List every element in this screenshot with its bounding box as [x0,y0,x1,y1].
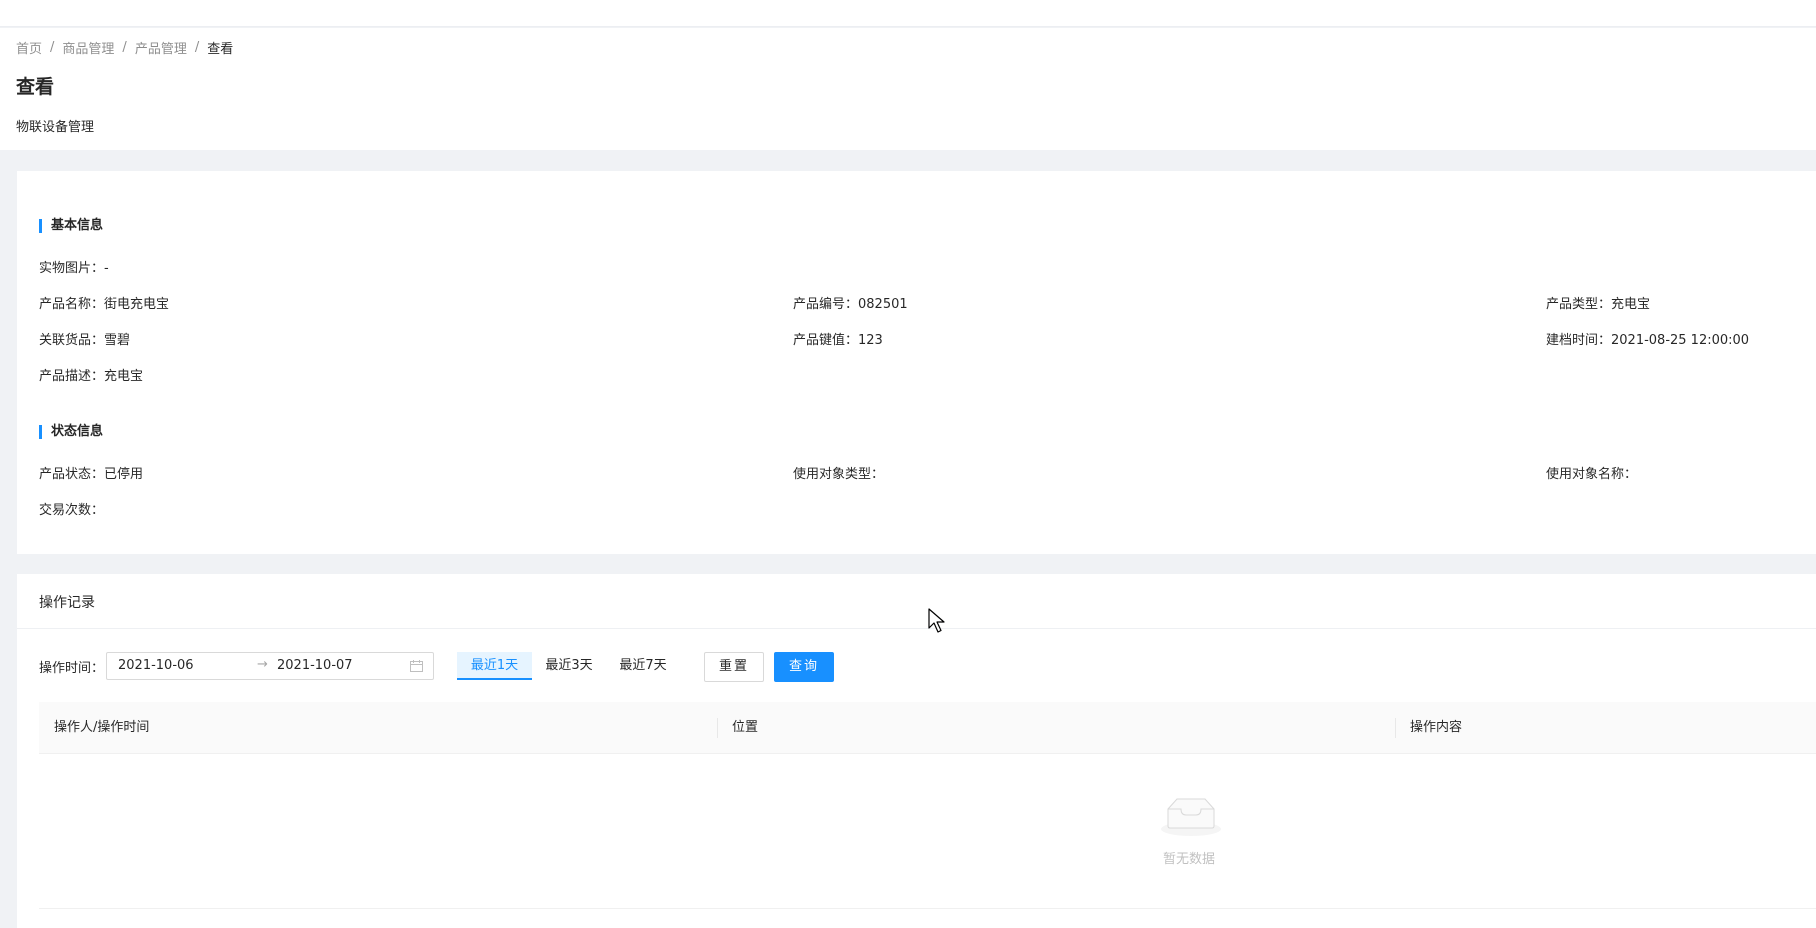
field-object-type: 使用对象类型： [793,467,885,482]
operation-log-title: 操作记录 [39,595,95,611]
table-empty-state: 暂无数据 [39,754,1816,909]
field-trade-count: 交易次数： [39,503,105,518]
breadcrumb-separator: / [122,40,127,55]
field-product-type: 产品类型：充电宝 [1546,297,1651,312]
breadcrumb-home[interactable]: 首页 [16,38,42,57]
field-description: 产品描述：充电宝 [39,369,144,384]
field-product-code: 产品编号：082501 [793,297,908,312]
basic-info-title: 基本信息 [39,219,103,233]
field-product-status: 产品状态：已停用 [39,467,144,482]
date-end-input[interactable]: 2021-10-07 [277,658,353,673]
page-header: 首页 / 商品管理 / 产品管理 / 查看 查看 物联设备管理 [0,28,1816,150]
operation-time-label: 操作时间： [39,661,105,676]
calendar-icon[interactable] [410,660,423,672]
field-photo: 实物图片：- [39,261,109,276]
status-info-title: 状态信息 [39,425,103,439]
column-operator-time: 操作人/操作时间 [54,720,150,735]
breadcrumb-product-management[interactable]: 产品管理 [135,38,187,57]
last-1-day-button[interactable]: 最近1天 [457,652,532,680]
empty-inbox-icon [1161,798,1221,836]
top-bar [0,0,1816,27]
reset-button[interactable]: 重置 [704,652,764,682]
table-header: 操作人/操作时间 位置 操作内容 [39,702,1816,754]
query-button[interactable]: 查询 [774,652,834,682]
last-3-days-button[interactable]: 最近3天 [539,652,599,680]
page-subtitle: 物联设备管理 [16,120,95,135]
breadcrumb-separator: / [50,40,55,55]
field-product-name: 产品名称：街电充电宝 [39,297,170,312]
last-7-days-button[interactable]: 最近7天 [613,652,673,680]
operation-log-card: 操作记录 操作时间： 2021-10-06 → 2021-10-07 最近1天 … [17,574,1816,928]
date-start-input[interactable]: 2021-10-06 [118,658,194,673]
page-title: 查看 [16,76,55,98]
date-range-picker[interactable]: 2021-10-06 → 2021-10-07 [106,652,434,680]
field-related-goods: 关联货品：雪碧 [39,333,131,348]
field-created-time: 建档时间：2021-08-25 12:00:00 [1546,333,1750,348]
column-location: 位置 [732,720,759,735]
mouse-pointer-icon [928,608,945,633]
operation-log-header: 操作记录 [17,574,1816,629]
column-operation-content: 操作内容 [1410,720,1463,735]
field-object-name: 使用对象名称： [1546,467,1638,482]
date-range-arrow-icon: → [257,657,268,672]
field-product-key: 产品键值：123 [793,333,883,348]
empty-text: 暂无数据 [1163,852,1216,867]
breadcrumb: 首页 / 商品管理 / 产品管理 / 查看 [16,38,233,57]
product-info-card: 基本信息 实物图片：- 产品名称：街电充电宝 产品编号：082501 产品类型：… [17,171,1816,554]
breadcrumb-separator: / [194,40,200,55]
operation-log-table: 操作人/操作时间 位置 操作内容 暂无数据 [39,702,1816,910]
breadcrumb-goods-management[interactable]: 商品管理 [62,38,114,57]
breadcrumb-current: 查看 [207,42,234,57]
